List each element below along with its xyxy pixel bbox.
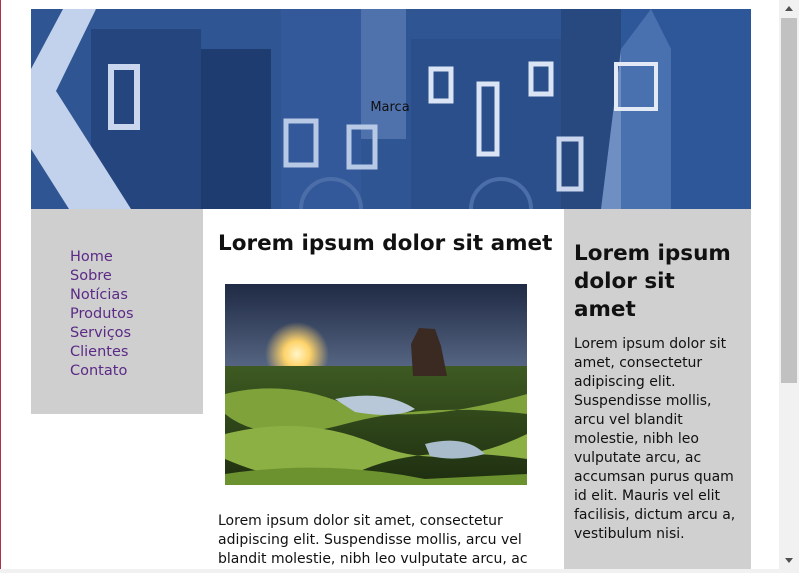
nav-item-clientes: Clientes (70, 341, 203, 360)
nav-item-sobre: Sobre (70, 265, 203, 284)
header-banner: Marca (31, 9, 751, 209)
main-content: Lorem ipsum dolor sit amet Lorem ipsum d… (203, 209, 564, 569)
nav-list: Home Sobre Notícias Produtos Serviços Cl… (31, 209, 203, 379)
nav-link-produtos[interactable]: Produtos (70, 306, 134, 322)
vertical-scrollbar[interactable] (779, 0, 799, 569)
browser-viewport: Marca Home Sobre Notícias Produtos Servi… (1, 0, 779, 569)
nav-link-home[interactable]: Home (70, 249, 113, 265)
aside-paragraph: Lorem ipsum dolor sit amet, consectetur … (574, 336, 736, 542)
sidebar-nav: Home Sobre Notícias Produtos Serviços Cl… (31, 209, 203, 414)
aside-heading: Lorem ipsum dolor sit amet (574, 241, 731, 322)
nav-link-clientes[interactable]: Clientes (70, 344, 128, 360)
chevron-up-icon[interactable] (779, 0, 799, 17)
nav-item-produtos: Produtos (70, 303, 203, 322)
main-paragraph: Lorem ipsum dolor sit amet, consectetur … (218, 513, 528, 567)
page-container: Marca Home Sobre Notícias Produtos Servi… (31, 9, 751, 569)
nav-link-servicos[interactable]: Serviços (70, 325, 131, 341)
nav-link-sobre[interactable]: Sobre (70, 268, 112, 284)
nav-link-contato[interactable]: Contato (70, 363, 127, 379)
scrollbar-thumb[interactable] (781, 18, 797, 383)
nav-item-contato: Contato (70, 360, 203, 379)
brand-label: Marca (370, 100, 410, 115)
landscape-photo (225, 284, 527, 485)
main-heading: Lorem ipsum dolor sit amet (218, 231, 553, 256)
nav-item-home: Home (70, 246, 203, 265)
nav-item-servicos: Serviços (70, 322, 203, 341)
nav-link-noticias[interactable]: Notícias (70, 287, 128, 303)
sidebar-aside: Lorem ipsum dolor sit amet Lorem ipsum d… (564, 209, 751, 569)
nav-item-noticias: Notícias (70, 284, 203, 303)
chevron-down-icon[interactable] (779, 552, 799, 569)
